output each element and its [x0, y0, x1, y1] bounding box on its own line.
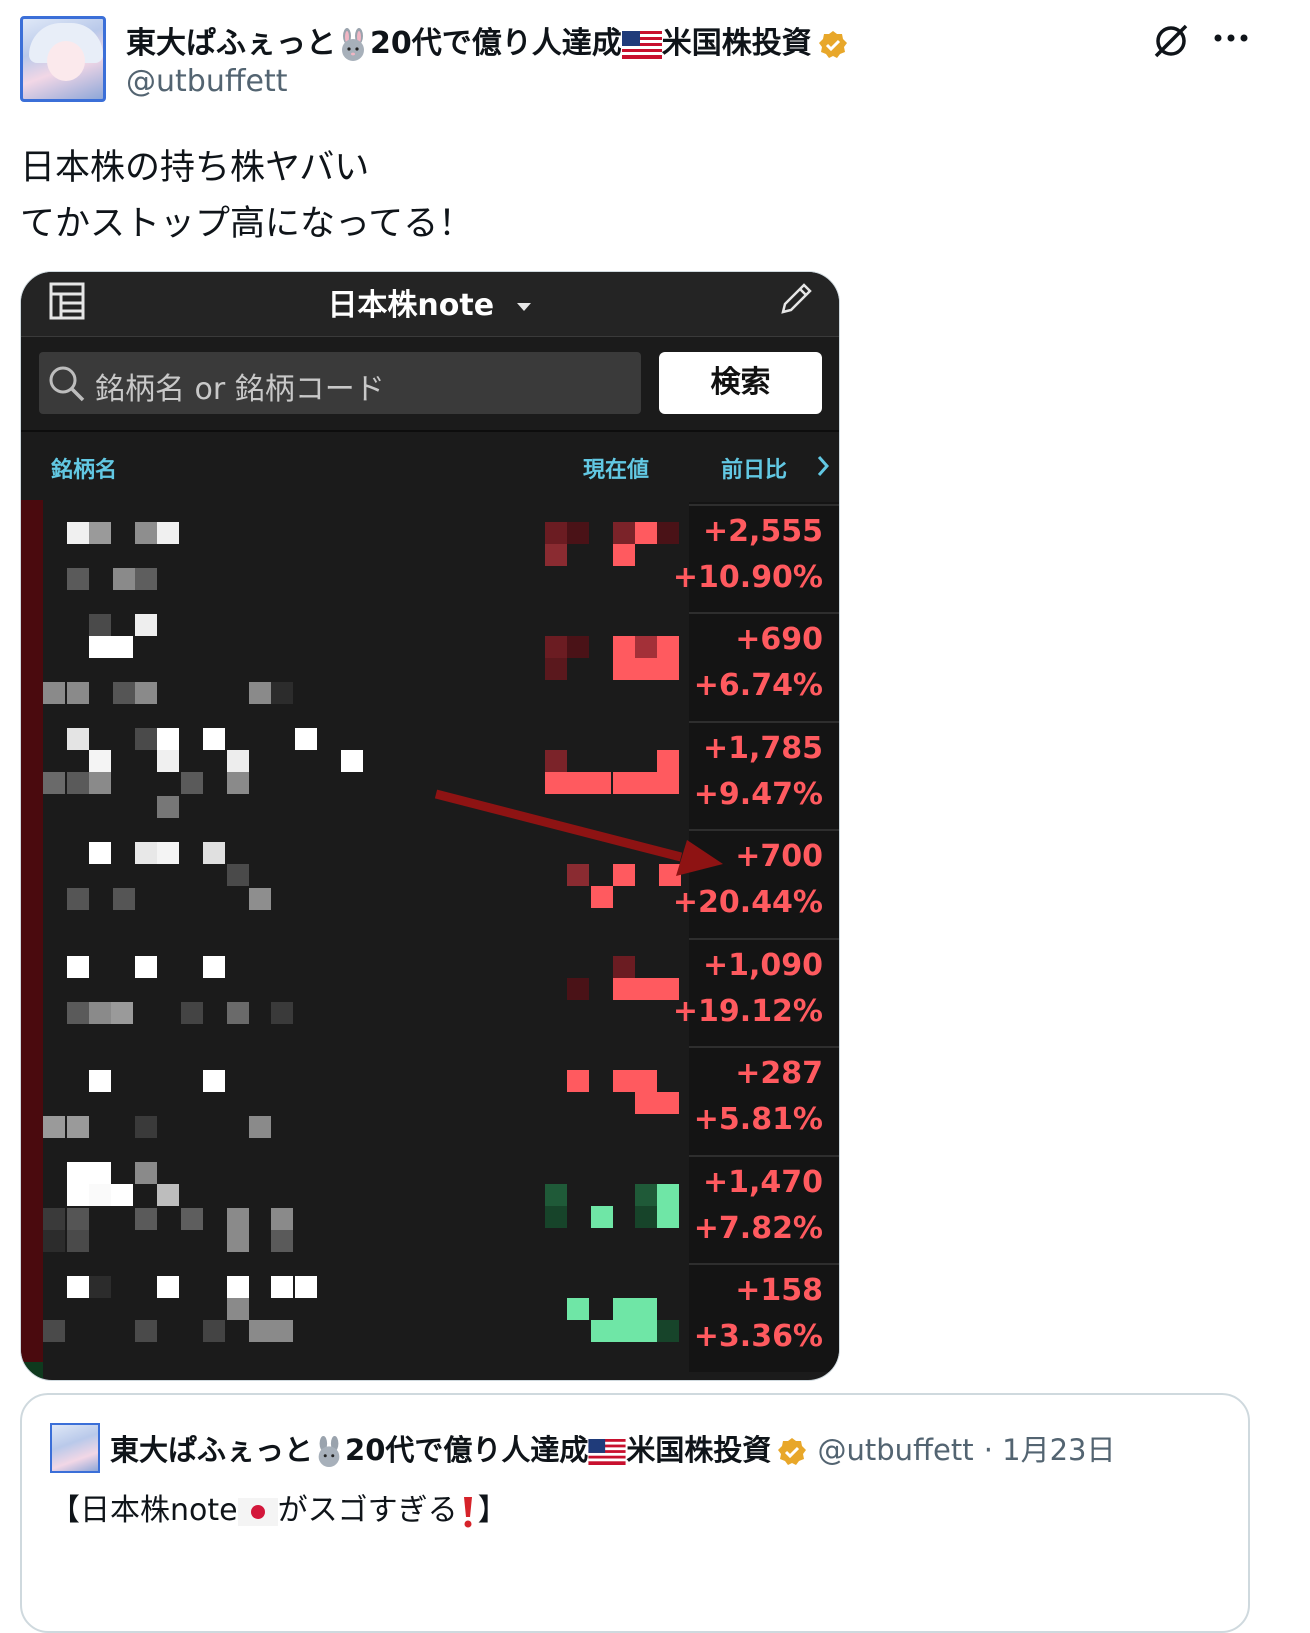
quoted-date[interactable]: · 1月23日 — [984, 1433, 1116, 1467]
author-name-part-b: 20代で億り人達成 — [370, 26, 622, 61]
quoted-name-part-a: 東大ぱふぇっと — [110, 1433, 314, 1467]
quoted-handle[interactable]: @utbuffett — [818, 1433, 974, 1467]
jp-flag-emoji — [237, 1497, 278, 1526]
more-icon[interactable] — [1212, 32, 1250, 44]
attached-screenshot[interactable]: 日本株note 銘柄名 or 銘柄コード 検索 銘柄名 現在値 前日比 +2,5… — [20, 271, 840, 1381]
quoted-name-part-b: 20代で億り人達成 — [345, 1433, 589, 1467]
tweet-line-2: てかストップ高になってる！ — [20, 204, 474, 244]
us-flag-emoji — [621, 30, 662, 59]
quoted-tweet[interactable]: 東大ぱふぇっと 20代で億り人達成 米国株投資 @utbuffett · 1月23日… — [20, 1393, 1250, 1633]
tweet-line-1: 日本株の持ち株ヤバい — [20, 148, 370, 188]
rabbit-emoji — [342, 27, 364, 61]
quoted-author-avatar[interactable] — [50, 1423, 100, 1473]
quoted-name-part-c: 米国株投資 — [626, 1433, 772, 1467]
quoted-text-part-a: 【日本株note — [50, 1493, 238, 1528]
rabbit-emoji — [318, 1436, 340, 1468]
quoted-text: 【日本株note がスゴすぎる】 — [50, 1485, 508, 1529]
exclamation-emoji — [463, 1496, 472, 1527]
quoted-text-part-b: がスゴすぎる — [277, 1493, 458, 1528]
verified-badge-icon — [818, 30, 847, 58]
tweet-text: 日本株の持ち株ヤバい てかストップ高になってる！ — [20, 140, 473, 252]
author-name-part-a: 東大ぱふぇっと — [126, 26, 336, 61]
author-name[interactable]: 東大ぱふぇっと 20代で億り人達成 米国株投資 — [126, 18, 848, 62]
quoted-author-name[interactable]: 東大ぱふぇっと 20代で億り人達成 米国株投資 @utbuffett · 1月23日 — [110, 1427, 1116, 1469]
author-handle[interactable]: @utbuffett — [126, 64, 287, 99]
grok-icon[interactable] — [1152, 22, 1190, 60]
quoted-text-part-c: 】 — [477, 1493, 508, 1528]
avatar-face — [47, 41, 85, 81]
author-avatar[interactable] — [20, 16, 106, 102]
verified-badge-icon — [778, 1438, 807, 1465]
red-arrow — [434, 789, 723, 876]
author-name-part-c: 米国株投資 — [661, 26, 812, 61]
us-flag-emoji — [588, 1439, 626, 1465]
